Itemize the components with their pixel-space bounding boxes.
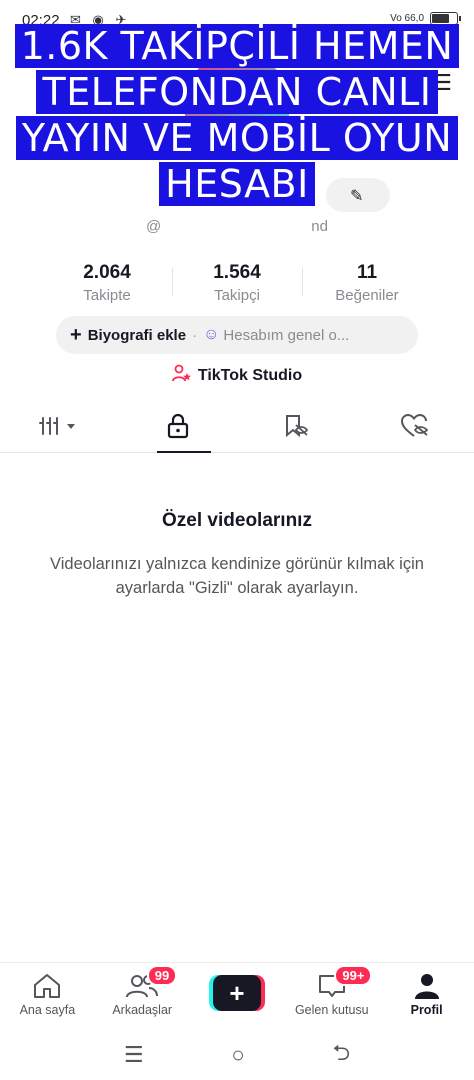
- nav-profile[interactable]: Profil: [379, 963, 474, 1026]
- back-button[interactable]: ⮌: [332, 1036, 350, 1074]
- friends-badge: 99: [146, 965, 178, 986]
- caption-line-4: HESABI: [159, 162, 315, 206]
- tab-videos[interactable]: [0, 405, 119, 452]
- nav-inbox-label: Gelen kutusu: [294, 1003, 369, 1017]
- heart-hidden-icon: [400, 413, 430, 444]
- bio-pill: + Biyografi ekle · ☺ Hesabım genel o...: [56, 316, 418, 354]
- nav-home-label: Ana sayfa: [19, 1003, 76, 1017]
- repost-hidden-icon: [282, 413, 310, 444]
- profile-tabs: [0, 405, 474, 453]
- empty-state-description: Videolarınızı yalnızca kendinize görünür…: [50, 555, 424, 597]
- separator: ·: [192, 326, 198, 344]
- nav-create[interactable]: +: [190, 963, 285, 1026]
- stat-label: Takipte: [83, 287, 131, 304]
- nav-home[interactable]: Ana sayfa: [0, 963, 95, 1026]
- account-status-link[interactable]: Hesabım genel o...: [223, 327, 349, 344]
- stat-likes[interactable]: 11 Beğeniler: [302, 262, 432, 304]
- username: @ nd: [0, 218, 474, 235]
- person-star-icon: [171, 364, 192, 387]
- stat-value: 2.064: [83, 262, 131, 283]
- stat-followers[interactable]: 1.564 Takipçi: [172, 262, 302, 304]
- nav-profile-label: Profil: [410, 1003, 443, 1017]
- caption-line-2: TELEFONDAN CANLI: [36, 70, 438, 114]
- stat-label: Takipçi: [214, 287, 260, 304]
- tiktok-studio-link[interactable]: TikTok Studio: [0, 364, 474, 387]
- home-button[interactable]: ○: [231, 1042, 244, 1068]
- tab-private[interactable]: [119, 405, 238, 453]
- profile-stats: 2.064 Takipte 1.564 Takipçi 11 Beğeniler: [0, 262, 474, 304]
- network-indicator: Vo 66,0: [390, 13, 424, 24]
- promo-caption: 1.6K TAKİPÇİLİ HEMEN TELEFONDAN CANLI YA…: [0, 24, 474, 208]
- plus-icon: +: [70, 323, 82, 346]
- nav-friends[interactable]: 99 Arkadaşlar: [95, 963, 190, 1026]
- caption-line-3: YAYIN VE MOBİL OYUN: [15, 116, 459, 160]
- caption-line-1: 1.6K TAKİPÇİLİ HEMEN: [14, 24, 460, 68]
- home-icon: [32, 971, 62, 1001]
- system-navigation: ☰ ○ ⮌: [0, 1030, 474, 1080]
- tab-reposts[interactable]: [237, 405, 356, 452]
- nav-friends-label: Arkadaşlar: [112, 1003, 173, 1017]
- bottom-navigation: Ana sayfa 99 Arkadaşlar + 99+ Gelen kutu…: [0, 962, 474, 1026]
- inbox-badge: 99+: [334, 965, 373, 986]
- recent-apps-button[interactable]: ☰: [124, 1042, 144, 1068]
- lock-icon: [166, 413, 190, 444]
- stat-following[interactable]: 2.064 Takipte: [42, 262, 172, 304]
- create-button[interactable]: +: [208, 975, 265, 1011]
- battery-level: [432, 14, 449, 23]
- empty-state-title: Özel videolarınız: [162, 510, 312, 531]
- plus-icon: +: [212, 975, 261, 1011]
- stat-label: Beğeniler: [335, 287, 399, 304]
- add-bio-label: Biyografi ekle: [87, 326, 187, 344]
- stat-value: 11: [356, 262, 378, 283]
- grid-filter-icon: [39, 415, 79, 442]
- nav-inbox[interactable]: 99+ Gelen kutusu: [284, 963, 379, 1026]
- username-suffix: nd: [311, 218, 328, 235]
- profile-icon: [413, 971, 441, 1001]
- studio-label: TikTok Studio: [197, 366, 303, 384]
- tab-liked[interactable]: [356, 405, 474, 452]
- username-prefix: @: [146, 218, 162, 235]
- smile-icon: ☺: [203, 326, 220, 343]
- stat-value: 1.564: [213, 262, 261, 283]
- add-bio-button[interactable]: + Biyografi ekle: [70, 324, 186, 347]
